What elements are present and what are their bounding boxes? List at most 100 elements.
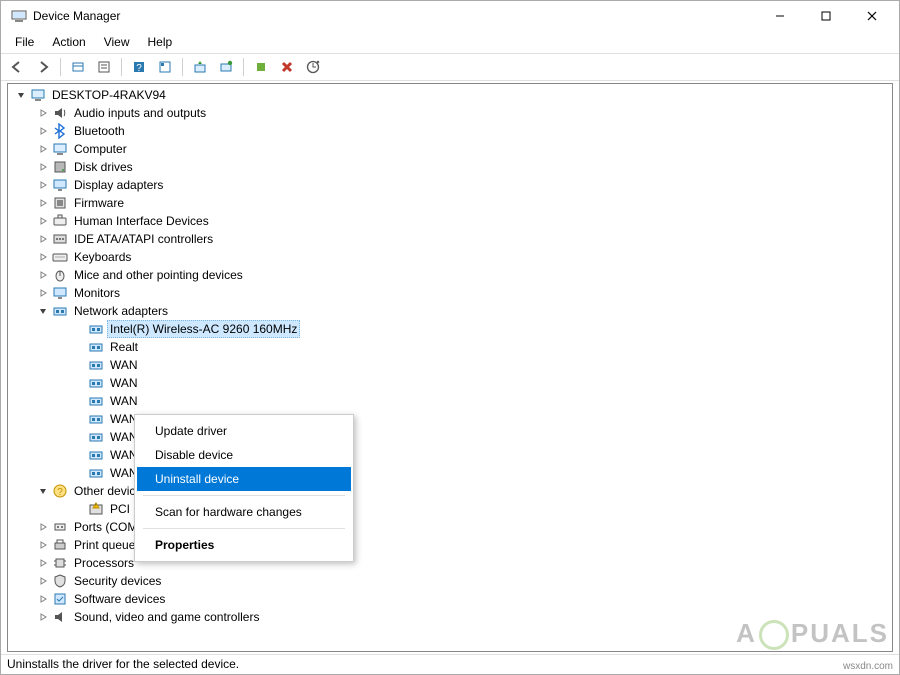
tree-category[interactable]: Monitors bbox=[8, 284, 892, 302]
back-button[interactable] bbox=[5, 55, 29, 79]
tree-category-label: Keyboards bbox=[72, 249, 133, 265]
menu-file[interactable]: File bbox=[7, 33, 42, 51]
enable-device-button[interactable] bbox=[249, 55, 273, 79]
nic-icon bbox=[88, 393, 104, 409]
warn-icon: ! bbox=[88, 501, 104, 517]
tree-category[interactable]: IDE ATA/ATAPI controllers bbox=[8, 230, 892, 248]
display-icon bbox=[52, 177, 68, 193]
tree-category-label: Mice and other pointing devices bbox=[72, 267, 245, 283]
tree-category-label: Display adapters bbox=[72, 177, 165, 193]
nic-icon bbox=[88, 339, 104, 355]
maximize-button[interactable] bbox=[803, 1, 849, 31]
tree-category[interactable]: Keyboards bbox=[8, 248, 892, 266]
help-button[interactable]: ? bbox=[127, 55, 151, 79]
expand-icon[interactable] bbox=[36, 124, 50, 138]
tree-category-label: Human Interface Devices bbox=[72, 213, 211, 229]
tree-root[interactable]: DESKTOP-4RAKV94 bbox=[8, 86, 892, 104]
tree-category-label: Network adapters bbox=[72, 303, 170, 319]
tree-category-label: Print queues bbox=[72, 537, 143, 553]
menu-action[interactable]: Action bbox=[44, 33, 93, 51]
context-menu-separator bbox=[143, 495, 345, 496]
tree-category-label: Computer bbox=[72, 141, 129, 157]
minimize-button[interactable] bbox=[757, 1, 803, 31]
tree-device[interactable]: WAN bbox=[8, 356, 892, 374]
context-menu-uninstall[interactable]: Uninstall device bbox=[137, 467, 351, 491]
show-hidden-button[interactable] bbox=[66, 55, 90, 79]
menu-help[interactable]: Help bbox=[140, 33, 181, 51]
expand-icon[interactable] bbox=[36, 556, 50, 570]
expand-icon[interactable] bbox=[36, 142, 50, 156]
hid-icon bbox=[52, 213, 68, 229]
svg-text:?: ? bbox=[57, 487, 63, 498]
tree-device[interactable]: WAN bbox=[8, 392, 892, 410]
expand-icon[interactable] bbox=[36, 160, 50, 174]
tree-device[interactable]: WAN bbox=[8, 374, 892, 392]
security-icon bbox=[52, 573, 68, 589]
expand-icon[interactable] bbox=[36, 538, 50, 552]
expand-icon[interactable] bbox=[36, 214, 50, 228]
scan-hardware-button[interactable] bbox=[301, 55, 325, 79]
nic-icon bbox=[88, 357, 104, 373]
tree-device-label: WAN bbox=[108, 357, 140, 373]
nic-icon bbox=[88, 429, 104, 445]
collapse-icon[interactable] bbox=[36, 484, 50, 498]
collapse-icon[interactable] bbox=[14, 88, 28, 102]
nic-icon bbox=[88, 465, 104, 481]
tree-category[interactable]: Network adapters bbox=[8, 302, 892, 320]
expand-icon[interactable] bbox=[36, 250, 50, 264]
toolbar-separator bbox=[182, 58, 183, 76]
keyboard-icon bbox=[52, 249, 68, 265]
close-button[interactable] bbox=[849, 1, 895, 31]
tree-category[interactable]: Software devices bbox=[8, 590, 892, 608]
expand-icon[interactable] bbox=[36, 178, 50, 192]
network-icon bbox=[52, 303, 68, 319]
tree-category[interactable]: Computer bbox=[8, 140, 892, 158]
tree-category[interactable]: Audio inputs and outputs bbox=[8, 104, 892, 122]
tree-category-label: Sound, video and game controllers bbox=[72, 609, 261, 625]
collapse-icon[interactable] bbox=[36, 304, 50, 318]
context-menu-update[interactable]: Update driver bbox=[137, 419, 351, 443]
update-driver-alt-button[interactable] bbox=[214, 55, 238, 79]
tree-category[interactable]: Security devices bbox=[8, 572, 892, 590]
context-menu-scan[interactable]: Scan for hardware changes bbox=[137, 500, 351, 524]
expand-icon[interactable] bbox=[36, 610, 50, 624]
context-menu-properties[interactable]: Properties bbox=[137, 533, 351, 557]
forward-button[interactable] bbox=[31, 55, 55, 79]
tree-category-label: Firmware bbox=[72, 195, 126, 211]
expand-icon[interactable] bbox=[36, 232, 50, 246]
tree-category[interactable]: Display adapters bbox=[8, 176, 892, 194]
properties-button[interactable] bbox=[92, 55, 116, 79]
tree-category[interactable]: Firmware bbox=[8, 194, 892, 212]
uninstall-device-button[interactable] bbox=[275, 55, 299, 79]
tree-category[interactable]: Disk drives bbox=[8, 158, 892, 176]
tree-device[interactable]: Intel(R) Wireless-AC 9260 160MHz bbox=[8, 320, 892, 338]
nic-icon bbox=[88, 447, 104, 463]
details-button[interactable] bbox=[153, 55, 177, 79]
computer-icon bbox=[52, 141, 68, 157]
tree-device-label: WAN bbox=[108, 393, 140, 409]
tree-category[interactable]: Mice and other pointing devices bbox=[8, 266, 892, 284]
tree-category[interactable]: Bluetooth bbox=[8, 122, 892, 140]
tree-category[interactable]: Human Interface Devices bbox=[8, 212, 892, 230]
expand-icon[interactable] bbox=[36, 196, 50, 210]
menu-bar: File Action View Help bbox=[1, 31, 899, 53]
expand-icon[interactable] bbox=[36, 520, 50, 534]
tree-category[interactable]: Sound, video and game controllers bbox=[8, 608, 892, 626]
tree-category-label: IDE ATA/ATAPI controllers bbox=[72, 231, 215, 247]
expand-icon[interactable] bbox=[36, 286, 50, 300]
expand-icon[interactable] bbox=[36, 574, 50, 588]
toolbar-separator bbox=[60, 58, 61, 76]
tree-category-label: Disk drives bbox=[72, 159, 135, 175]
nic-icon bbox=[88, 411, 104, 427]
device-tree-scroll[interactable]: DESKTOP-4RAKV94 Audio inputs and outputs… bbox=[8, 84, 892, 651]
cpu-icon bbox=[52, 555, 68, 571]
title-bar: Device Manager bbox=[1, 1, 899, 31]
tree-device[interactable]: Realt bbox=[8, 338, 892, 356]
expand-icon[interactable] bbox=[36, 592, 50, 606]
menu-view[interactable]: View bbox=[96, 33, 138, 51]
context-menu-disable[interactable]: Disable device bbox=[137, 443, 351, 467]
expand-icon[interactable] bbox=[36, 268, 50, 282]
update-driver-button[interactable] bbox=[188, 55, 212, 79]
expand-icon[interactable] bbox=[36, 106, 50, 120]
ide-icon bbox=[52, 231, 68, 247]
